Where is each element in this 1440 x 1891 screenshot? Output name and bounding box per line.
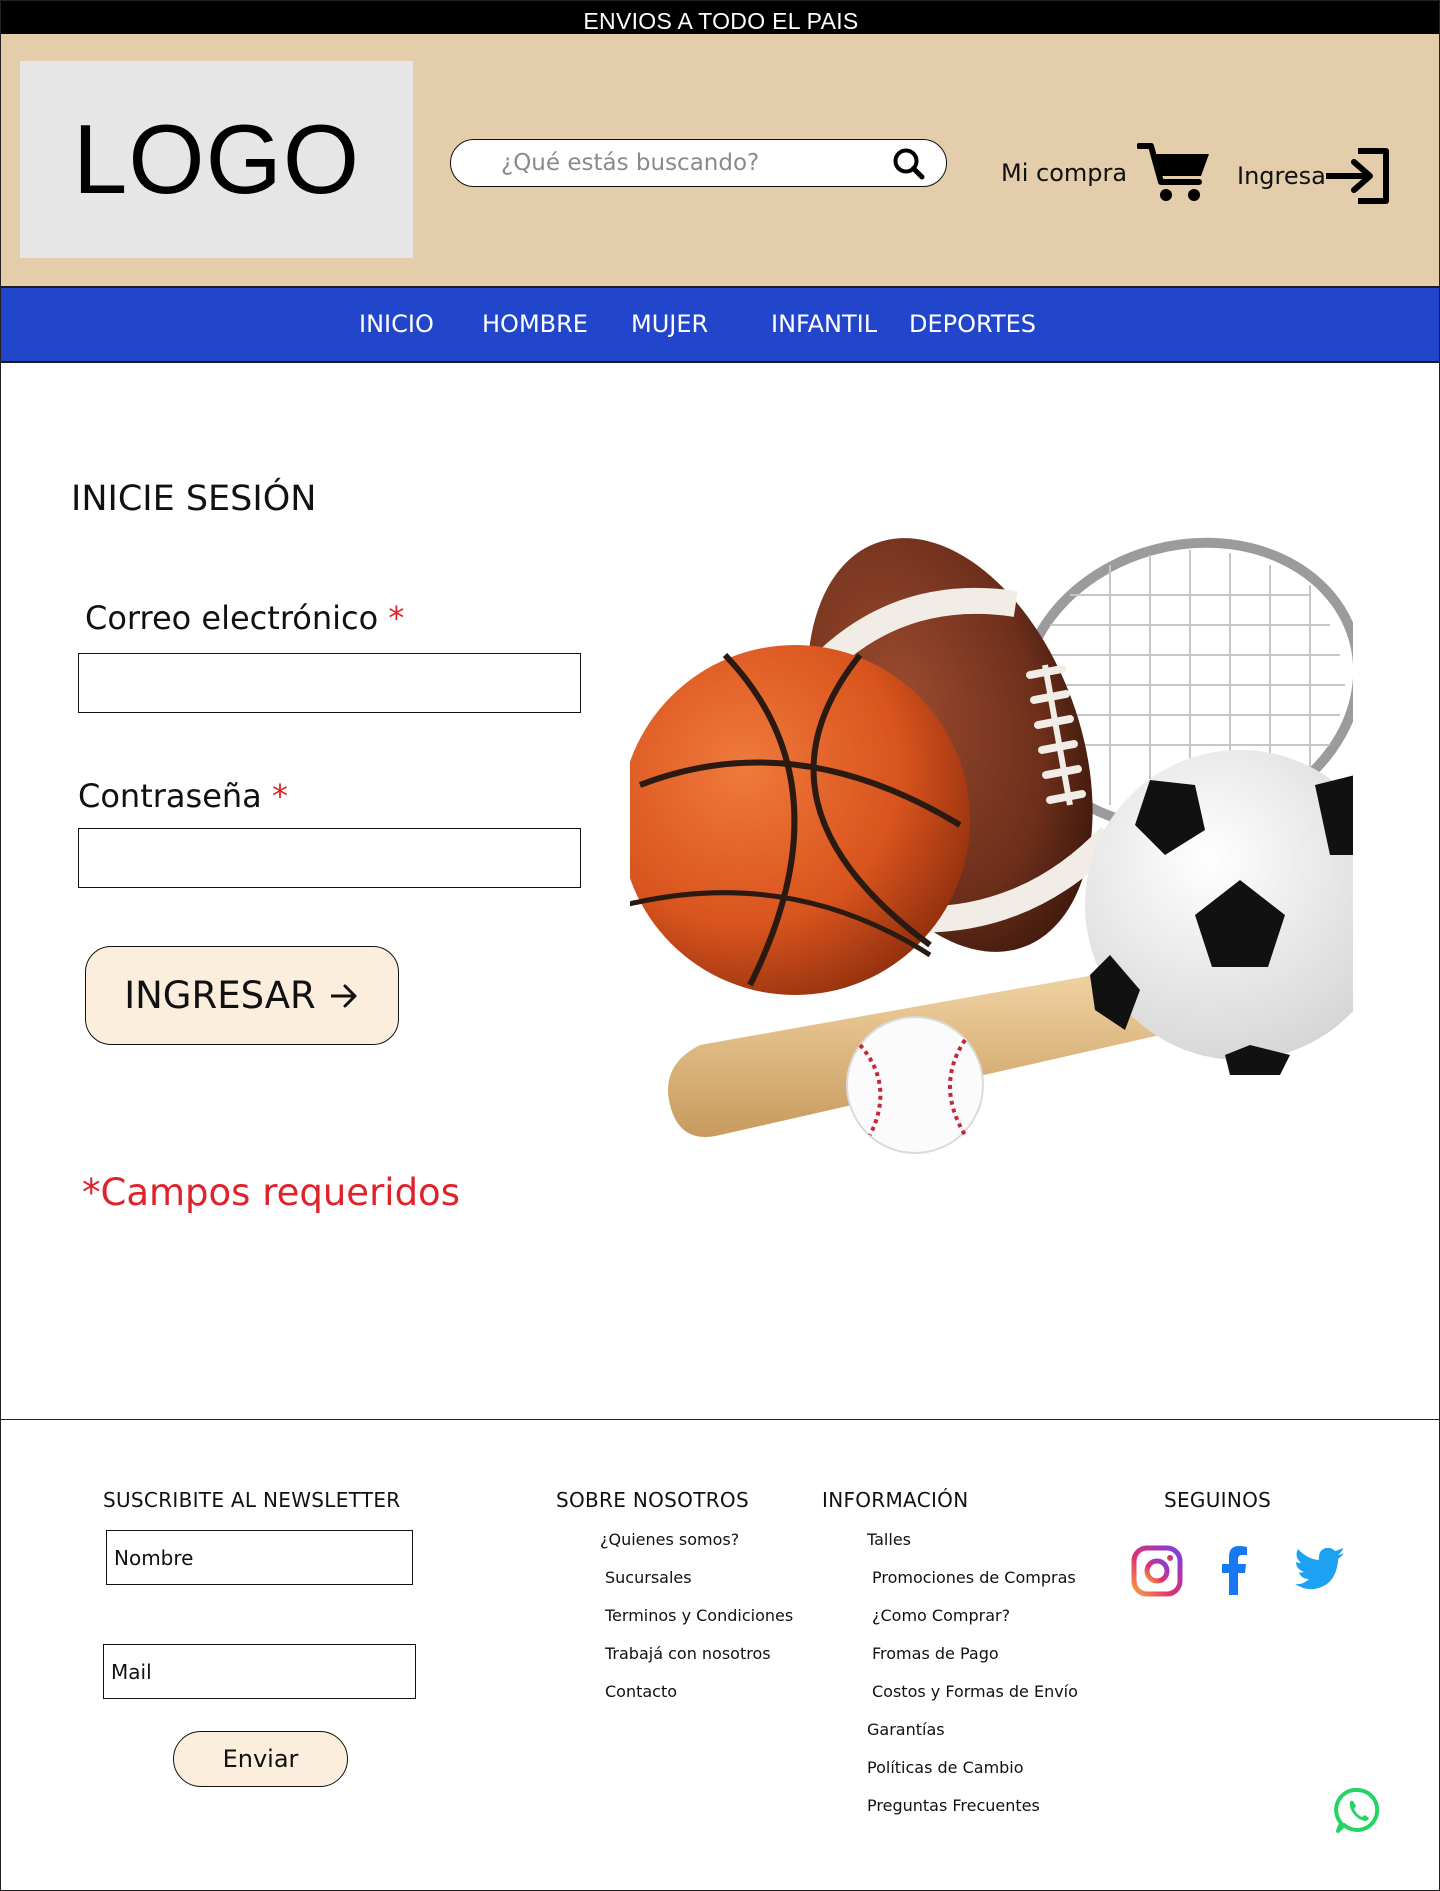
facebook-icon[interactable] [1219,1545,1249,1595]
twitter-icon[interactable] [1295,1548,1345,1590]
nav-item-mujer[interactable]: MUJER [631,310,708,338]
footer-link-preguntas[interactable]: Preguntas Frecuentes [867,1796,1040,1815]
site-header: LOGO Mi compra Ingresa [1,34,1439,286]
footer-link-sucursales[interactable]: Sucursales [605,1568,692,1587]
footer-link-como-comprar[interactable]: ¿Como Comprar? [872,1606,1010,1625]
footer-link-formas-pago[interactable]: Fromas de Pago [872,1644,999,1663]
page: ENVIOS A TODO EL PAIS LOGO Mi compra Ing… [0,0,1440,1891]
newsletter-mail-field[interactable] [103,1644,416,1699]
instagram-icon[interactable] [1131,1545,1183,1597]
site-footer: SUSCRIBITE AL NEWSLETTER Enviar SOBRE NO… [1,1419,1439,1890]
arrow-right-icon [330,984,357,1007]
login-label: Ingresa [1237,162,1326,190]
about-heading: SOBRE NOSOTROS [556,1488,749,1512]
whatsapp-icon[interactable] [1334,1787,1382,1835]
page-title: INICIE SESIÓN [71,479,317,519]
required-fields-note: *Campos requeridos [82,1171,460,1214]
login-submit-label: INGRESAR [124,974,316,1017]
newsletter-submit-button[interactable]: Enviar [173,1731,348,1787]
password-label-text: Contraseña [78,777,262,815]
search-bar [450,139,947,187]
cart-button[interactable]: Mi compra [1001,142,1213,204]
login-icon [1325,148,1389,204]
footer-link-envio[interactable]: Costos y Formas de Envío [872,1682,1078,1701]
nav-item-inicio[interactable]: INICIO [359,310,434,338]
footer-link-garantias[interactable]: Garantías [867,1720,945,1739]
main-nav: INICIO HOMBRE MUJER INFANTIL DEPORTES [1,286,1439,363]
search-input[interactable] [501,146,891,180]
login-submit-button[interactable]: INGRESAR [85,946,399,1045]
required-asterisk: * [271,777,288,815]
nav-item-hombre[interactable]: HOMBRE [482,310,588,338]
footer-link-terminos[interactable]: Terminos y Condiciones [605,1606,793,1625]
cart-label: Mi compra [1001,159,1128,187]
password-field[interactable] [78,828,581,888]
footer-link-contacto[interactable]: Contacto [605,1682,677,1701]
sports-equipment-image [630,537,1353,1154]
search-icon[interactable] [891,146,927,182]
nav-item-deportes[interactable]: DEPORTES [909,310,1036,338]
cart-icon [1137,143,1210,201]
email-label-text: Correo electrónico [85,599,379,637]
social-heading: SEGUINOS [1164,1488,1272,1512]
password-label: Contraseña * [78,777,288,815]
login-link[interactable]: Ingresa [1237,146,1392,206]
newsletter-heading: SUSCRIBITE AL NEWSLETTER [103,1488,401,1512]
shipping-banner: ENVIOS A TODO EL PAIS [1,1,1439,34]
footer-link-quienes-somos[interactable]: ¿Quienes somos? [600,1530,739,1549]
nav-item-infantil[interactable]: INFANTIL [771,310,877,338]
email-field[interactable] [78,653,581,713]
required-asterisk: * [388,599,405,637]
logo[interactable]: LOGO [20,61,413,258]
footer-link-promociones[interactable]: Promociones de Compras [872,1568,1076,1587]
footer-link-trabaja[interactable]: Trabajá con nosotros [605,1644,771,1663]
email-label: Correo electrónico * [85,599,404,637]
footer-link-politicas[interactable]: Políticas de Cambio [867,1758,1024,1777]
footer-link-talles[interactable]: Talles [867,1530,911,1549]
newsletter-name-field[interactable] [106,1530,413,1585]
info-heading: INFORMACIÓN [822,1488,969,1512]
